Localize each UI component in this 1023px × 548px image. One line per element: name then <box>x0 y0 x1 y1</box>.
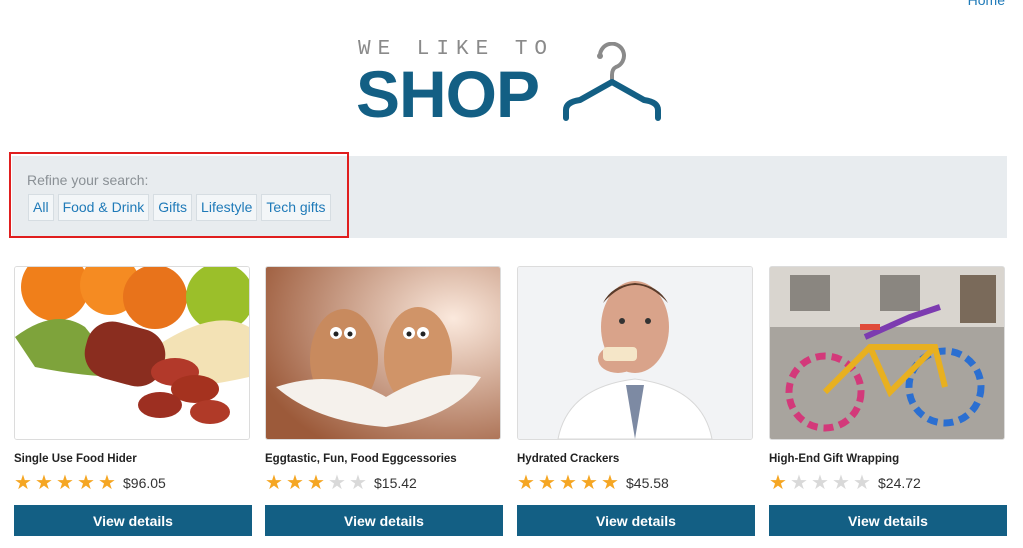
star-icon: ★ <box>769 472 787 494</box>
product-name[interactable]: Single Use Food Hider <box>14 453 137 465</box>
view-details-button[interactable]: View details <box>517 505 755 536</box>
filter-gifts-button[interactable]: Gifts <box>153 194 193 221</box>
star-rating: ★ ★ ★ ★ ★ $45.58 <box>517 473 669 493</box>
logo-word: SHOP <box>356 57 540 131</box>
star-icon: ★ <box>307 472 325 494</box>
product-image-food[interactable] <box>14 266 250 440</box>
product-card: High-End Gift Wrapping ★ ★ ★ ★ ★ $24.72 … <box>769 266 1007 536</box>
filter-buttons: All Food & Drink Gifts Lifestyle Tech gi… <box>28 194 331 221</box>
product-image-crackers[interactable] <box>517 266 753 440</box>
filter-lifestyle-button[interactable]: Lifestyle <box>196 194 258 221</box>
filter-food-drink-button[interactable]: Food & Drink <box>57 194 150 221</box>
filter-label: Refine your search: <box>27 172 149 188</box>
view-details-button[interactable]: View details <box>769 505 1007 536</box>
product-name[interactable]: High-End Gift Wrapping <box>769 453 899 465</box>
product-image-eggs[interactable] <box>265 266 501 440</box>
star-empty-icon: ★ <box>853 472 871 494</box>
star-icon: ★ <box>98 472 116 494</box>
product-image-bicycle[interactable] <box>769 266 1005 440</box>
product-price: $96.05 <box>123 475 166 491</box>
star-empty-icon: ★ <box>832 472 850 494</box>
product-price: $15.42 <box>374 475 417 491</box>
filter-tech-gifts-button[interactable]: Tech gifts <box>261 194 331 221</box>
product-card: Eggtastic, Fun, Food Eggcessories ★ ★ ★ … <box>265 266 503 536</box>
product-card: Hydrated Crackers ★ ★ ★ ★ ★ $45.58 View … <box>517 266 755 536</box>
star-icon: ★ <box>559 472 577 494</box>
star-empty-icon: ★ <box>328 472 346 494</box>
star-rating: ★ ★ ★ ★ ★ $15.42 <box>265 473 417 493</box>
product-price: $45.58 <box>626 475 669 491</box>
filter-all-button[interactable]: All <box>28 194 54 221</box>
product-name[interactable]: Hydrated Crackers <box>517 453 619 465</box>
star-icon: ★ <box>35 472 53 494</box>
star-icon: ★ <box>14 472 32 494</box>
star-icon: ★ <box>580 472 598 494</box>
home-link[interactable]: Home <box>968 0 1005 8</box>
product-card: Single Use Food Hider ★ ★ ★ ★ ★ $96.05 V… <box>14 266 252 536</box>
star-icon: ★ <box>286 472 304 494</box>
star-rating: ★ ★ ★ ★ ★ $96.05 <box>14 473 166 493</box>
product-name[interactable]: Eggtastic, Fun, Food Eggcessories <box>265 453 457 465</box>
view-details-button[interactable]: View details <box>14 505 252 536</box>
star-icon: ★ <box>56 472 74 494</box>
product-price: $24.72 <box>878 475 921 491</box>
star-icon: ★ <box>265 472 283 494</box>
hanger-icon <box>563 42 661 121</box>
star-empty-icon: ★ <box>349 472 367 494</box>
star-icon: ★ <box>601 472 619 494</box>
star-empty-icon: ★ <box>790 472 808 494</box>
star-empty-icon: ★ <box>811 472 829 494</box>
site-logo[interactable]: WE LIKE TO SHOP <box>356 38 666 128</box>
star-icon: ★ <box>517 472 535 494</box>
star-rating: ★ ★ ★ ★ ★ $24.72 <box>769 473 921 493</box>
star-icon: ★ <box>77 472 95 494</box>
star-icon: ★ <box>538 472 556 494</box>
view-details-button[interactable]: View details <box>265 505 503 536</box>
